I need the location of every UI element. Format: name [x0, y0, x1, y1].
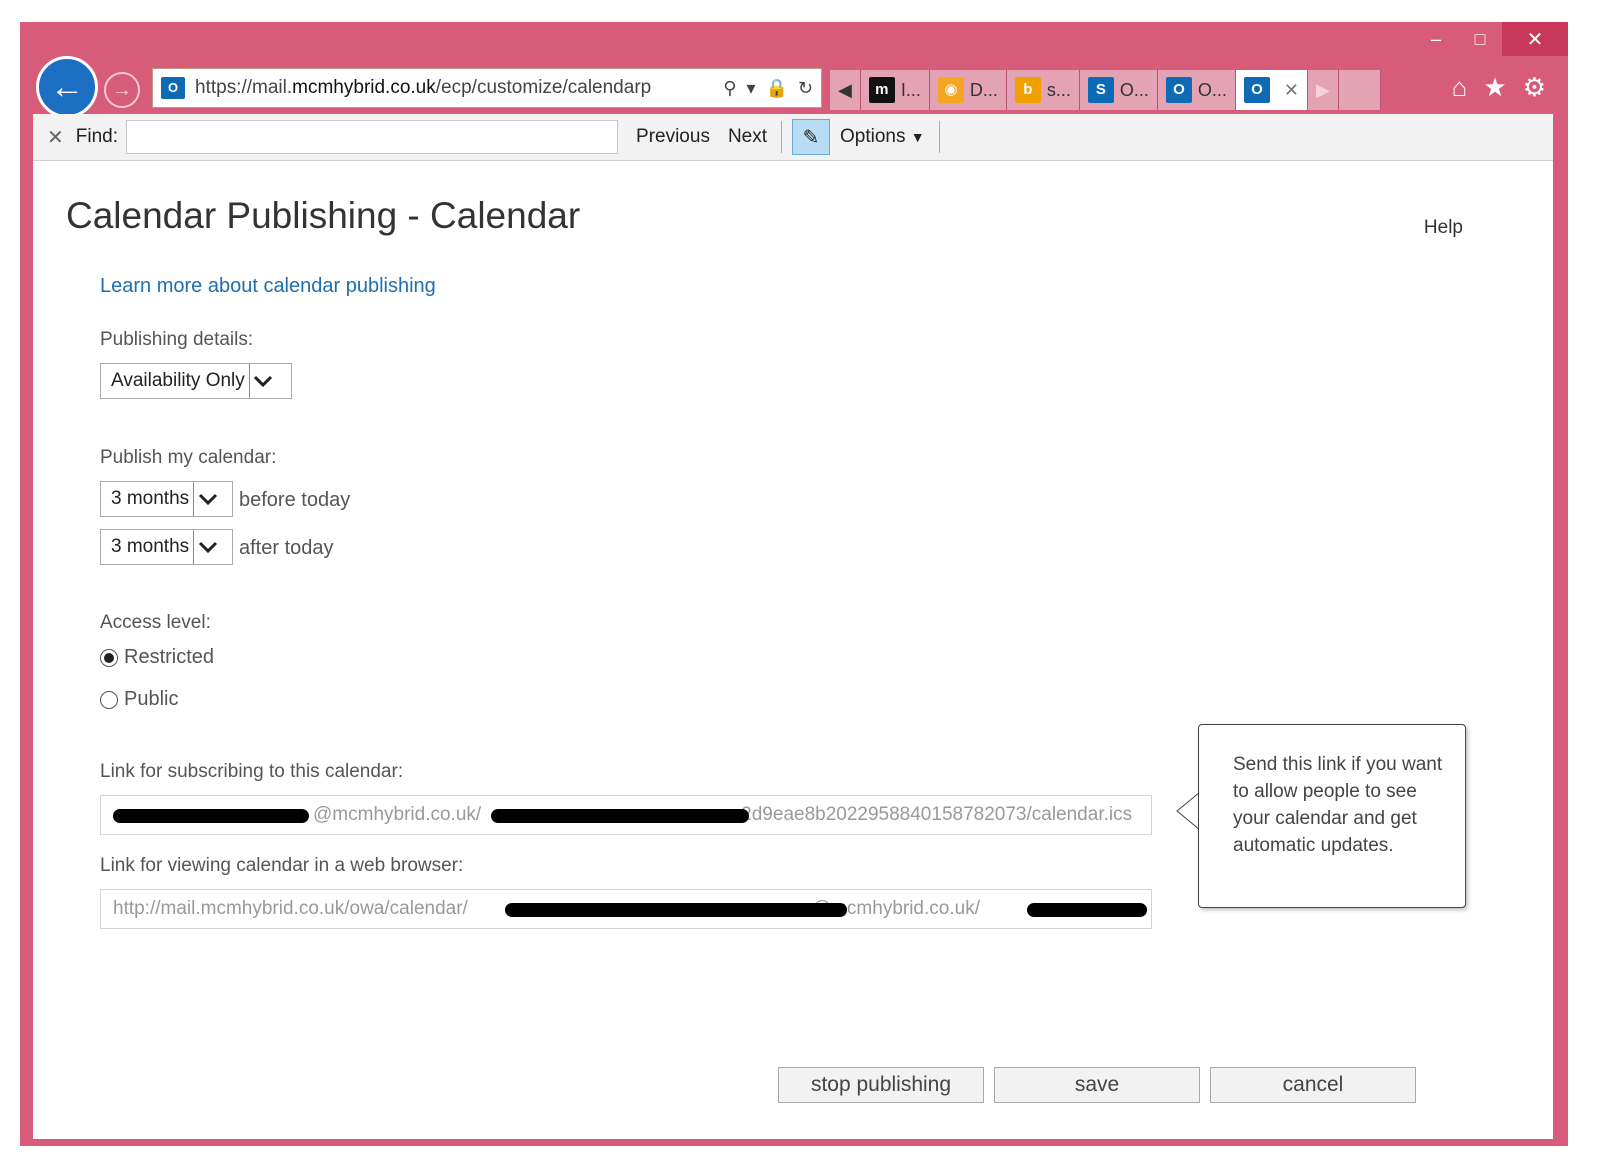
radio-restricted[interactable]: Restricted — [100, 646, 214, 669]
publish-calendar-label: Publish my calendar: — [100, 447, 277, 468]
callout-text: Send this link if you want to allow peop… — [1233, 754, 1443, 856]
tab-label: I... — [900, 79, 921, 100]
radio-public[interactable]: Public — [100, 688, 178, 711]
action-buttons: stop publishing save cancel — [778, 1067, 1416, 1103]
close-find-icon[interactable]: ✕ — [47, 125, 64, 150]
save-button[interactable]: save — [994, 1067, 1200, 1103]
select-value: Availability Only — [111, 370, 245, 391]
stop-publishing-button[interactable]: stop publishing — [778, 1067, 984, 1103]
divider — [781, 121, 783, 153]
radio-label: Public — [124, 688, 179, 710]
before-today-select[interactable]: 3 months — [100, 481, 233, 517]
url-path: /ecp/customize/calendarp — [435, 77, 652, 98]
redaction-mark — [113, 809, 309, 823]
address-bar[interactable]: O https://mail. mcmhybrid.co.uk/ecp/custo… — [152, 68, 822, 108]
publishing-details-label: Publishing details: — [100, 329, 254, 350]
learn-more-link[interactable]: Learn more about calendar publishing — [100, 275, 436, 298]
forward-arrow-icon: → — [112, 78, 132, 101]
lock-icon[interactable]: 🔒 — [765, 78, 787, 99]
help-callout: Send this link if you want to allow peop… — [1198, 724, 1466, 908]
page-title: Calendar Publishing - Calendar — [66, 195, 581, 236]
radio-button-checked[interactable] — [100, 648, 118, 667]
tab-label: s... — [1046, 79, 1071, 100]
back-button[interactable]: ← — [36, 56, 98, 118]
sharepoint-icon: S — [1087, 77, 1114, 103]
page-content: Calendar Publishing - Calendar Help Lear… — [33, 161, 1553, 1139]
find-next-button[interactable]: Next — [728, 126, 767, 148]
close-tab-icon[interactable]: ✕ — [1284, 80, 1299, 101]
search-icon[interactable]: ⚲ — [723, 78, 736, 99]
tab-1[interactable]: m I... — [860, 70, 930, 110]
bing-icon: b — [1014, 77, 1041, 103]
find-input[interactable] — [126, 120, 619, 154]
find-previous-button[interactable]: Previous — [636, 126, 710, 148]
find-options-label: Options — [840, 126, 906, 147]
home-icon[interactable]: ⌂ — [1452, 72, 1468, 103]
before-today-label: before today — [239, 489, 351, 511]
highlight-pen-icon[interactable]: ✎ — [792, 119, 831, 155]
tab-5[interactable]: O O... — [1157, 70, 1236, 110]
subscribe-link-field[interactable]: @mcmhybrid.co.uk/ 2d9eae8b20229588401587… — [100, 795, 1152, 835]
maximize-icon[interactable]: □ — [1458, 22, 1502, 56]
publishing-details-select[interactable]: Availability Only — [100, 363, 292, 399]
tab-active[interactable]: O ✕ — [1235, 70, 1309, 110]
toolbar-icons: ⌂ ★ ⚙ — [1452, 72, 1546, 103]
back-arrow-icon: ← — [50, 67, 84, 106]
browser-link-start: http://mail.mcmhybrid.co.uk/owa/calendar… — [113, 898, 468, 919]
outlook-icon: O — [1165, 77, 1192, 103]
find-label: Find: — [75, 126, 119, 147]
chevron-down-icon — [248, 364, 277, 398]
window-controls: – □ ✕ — [1414, 22, 1568, 56]
tab-label: O... — [1197, 79, 1227, 100]
outlook-icon: O — [1243, 77, 1270, 103]
chevron-down-icon — [193, 530, 222, 564]
browser-link-field[interactable]: http://mail.mcmhybrid.co.uk/owa/calendar… — [100, 889, 1152, 929]
tab-strip: ◀ m I... ◉ D... b s... S O... O O... O ✕ ▶ — [830, 70, 1381, 110]
m-site-icon: m — [868, 77, 895, 103]
divider — [938, 121, 940, 153]
close-window-icon[interactable]: ✕ — [1502, 22, 1568, 56]
dropdown-icon[interactable]: ▾ — [746, 78, 755, 99]
select-value: 3 months — [111, 488, 190, 509]
radio-button[interactable] — [100, 690, 118, 709]
find-bar: ✕ Find: Previous Next ✎ Options ▼ — [33, 114, 1553, 161]
gear-icon[interactable]: ⚙ — [1523, 72, 1546, 103]
tab-label: O... — [1119, 79, 1149, 100]
cancel-button[interactable]: cancel — [1210, 1067, 1416, 1103]
favorites-star-icon[interactable]: ★ — [1483, 72, 1506, 103]
refresh-icon[interactable]: ↻ — [798, 78, 813, 99]
redaction-mark — [491, 809, 749, 823]
new-tab-button[interactable] — [1338, 70, 1381, 110]
url-prefix: https://mail. — [195, 77, 293, 98]
tab-scroll-right[interactable]: ▶ — [1308, 70, 1339, 110]
chevron-down-icon — [193, 482, 222, 516]
tab-2[interactable]: ◉ D... — [929, 70, 1007, 110]
browser-link-label: Link for viewing calendar in a web brows… — [100, 855, 464, 876]
tab-scroll-left[interactable]: ◀ — [830, 70, 861, 110]
eye-icon: ◉ — [937, 77, 964, 103]
minimize-icon[interactable]: – — [1414, 22, 1458, 56]
after-today-select[interactable]: 3 months — [100, 529, 233, 565]
chevron-down-icon: ▼ — [910, 129, 925, 145]
help-link[interactable]: Help — [1424, 217, 1463, 239]
url-host: mcmhybrid.co.uk — [292, 77, 436, 98]
tab-4[interactable]: S O... — [1079, 70, 1158, 110]
select-value: 3 months — [111, 536, 190, 557]
subscribe-link-label: Link for subscribing to this calendar: — [100, 761, 404, 782]
find-options-button[interactable]: Options ▼ — [840, 126, 925, 148]
access-level-label: Access level: — [100, 612, 211, 633]
outlook-favicon-icon: O — [161, 77, 185, 99]
tab-3[interactable]: b s... — [1006, 70, 1080, 110]
forward-button[interactable]: → — [104, 72, 140, 108]
radio-label: Restricted — [124, 646, 215, 668]
redaction-mark — [505, 903, 847, 917]
redaction-mark — [1027, 903, 1147, 917]
after-today-label: after today — [239, 537, 334, 559]
tab-label: D... — [969, 79, 998, 100]
